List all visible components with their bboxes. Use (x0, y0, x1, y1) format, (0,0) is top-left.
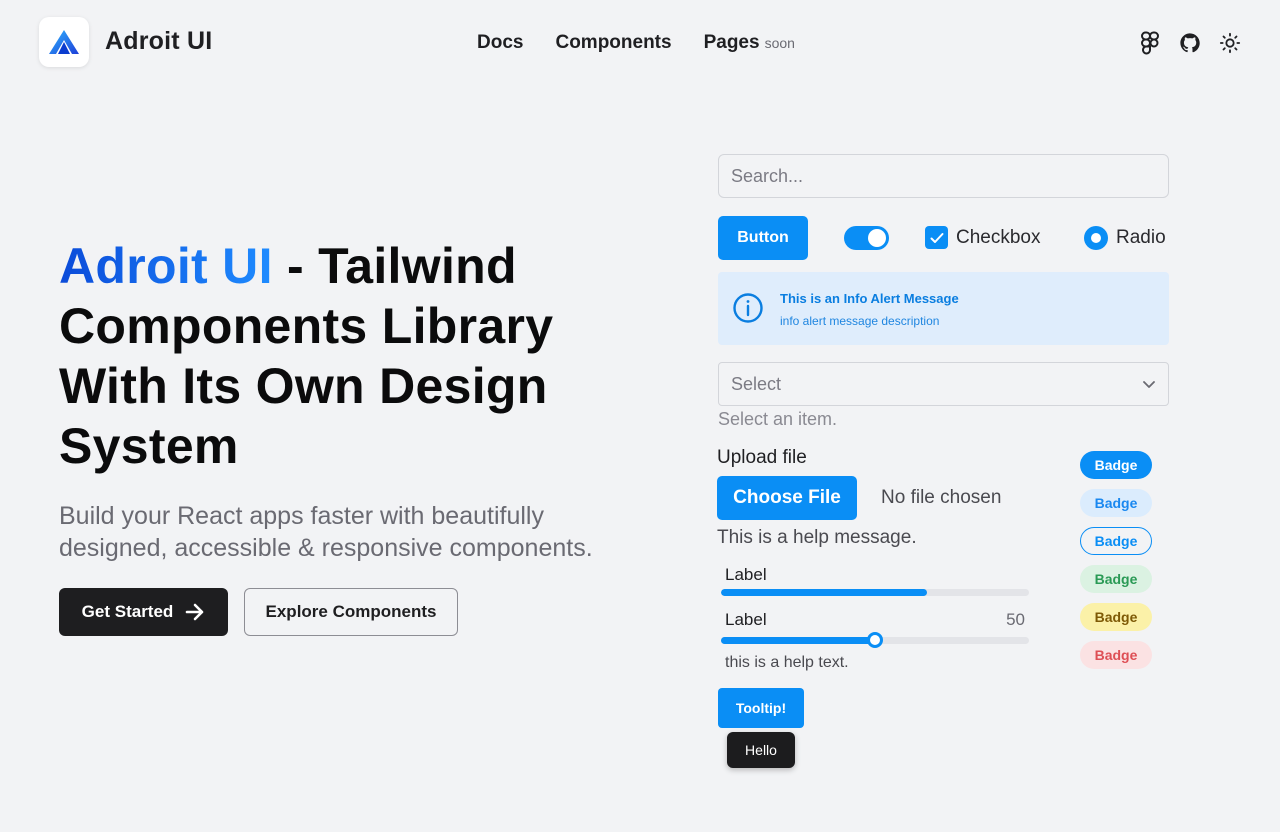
alert-description: info alert message description (780, 314, 940, 328)
select-dropdown[interactable]: Select (718, 362, 1169, 406)
checkbox-box (925, 226, 948, 249)
badge-warning: Badge (1080, 603, 1152, 631)
hero-title: Adroit UI - Tailwind Components Library … (59, 236, 659, 476)
tooltip-popup: Hello (727, 732, 795, 768)
demo-button[interactable]: Button (718, 216, 808, 260)
logo-icon (49, 30, 79, 54)
badge-outline: Badge (1080, 527, 1152, 555)
badge-soft: Badge (1080, 489, 1152, 517)
select-help: Select an item. (718, 409, 838, 429)
nav-components[interactable]: Components (555, 32, 671, 54)
soon-tag: soon (764, 35, 795, 51)
sun-icon[interactable] (1218, 31, 1242, 55)
file-status: No file chosen (881, 487, 1002, 508)
brand-name[interactable]: Adroit UI (105, 27, 212, 56)
badge-solid: Badge (1080, 451, 1152, 479)
badge-list: Badge Badge Badge Badge Badge Badge (1080, 451, 1152, 669)
badge-success: Badge (1080, 565, 1152, 593)
chevron-down-icon (1143, 380, 1155, 388)
hero-subtitle: Build your React apps faster with beauti… (59, 502, 593, 562)
checkbox[interactable]: Checkbox (925, 226, 1041, 249)
check-icon (930, 232, 943, 243)
logo[interactable] (39, 17, 89, 67)
hero-title-highlight: Adroit UI (59, 238, 273, 294)
header-actions (1138, 31, 1242, 55)
radio-label: Radio (1116, 227, 1166, 248)
slider-fill (721, 637, 875, 644)
select-value: Select (731, 373, 782, 394)
get-started-button[interactable]: Get Started (59, 588, 228, 636)
slider-value: 50 (1006, 610, 1025, 629)
search-input[interactable] (718, 154, 1169, 198)
get-started-label: Get Started (81, 602, 174, 621)
slider-thumb[interactable] (867, 632, 883, 648)
radio[interactable]: Radio (1084, 226, 1166, 250)
tooltip-button[interactable]: Tooltip! (718, 688, 804, 728)
upload-label: Upload file (717, 447, 807, 468)
nav-docs[interactable]: Docs (477, 32, 523, 54)
progress-fill (721, 589, 928, 596)
figma-icon[interactable] (1138, 31, 1162, 55)
nav-pages-label: Pages (703, 32, 760, 53)
nav-pages[interactable]: Pages soon (704, 32, 795, 54)
toggle-switch[interactable] (844, 226, 889, 250)
toggle-knob (868, 229, 886, 247)
explore-components-button[interactable]: Explore Components (244, 588, 458, 636)
info-icon (733, 293, 763, 323)
upload-help: This is a help message. (717, 527, 917, 548)
choose-file-button[interactable]: Choose File (717, 476, 857, 520)
main-nav: Docs Components Pages soon (477, 32, 795, 54)
radio-dot (1084, 226, 1108, 250)
slider[interactable] (721, 632, 1029, 648)
arrow-right-icon (186, 603, 204, 621)
info-alert: This is an Info Alert Message info alert… (718, 272, 1169, 345)
badge-error: Badge (1080, 641, 1152, 669)
checkbox-label: Checkbox (956, 226, 1041, 248)
progress-label: Label (725, 565, 767, 584)
slider-label: Label (725, 610, 767, 629)
github-icon[interactable] (1178, 31, 1202, 55)
progress-bar (721, 589, 1029, 596)
slider-help: this is a help text. (725, 654, 849, 671)
alert-title: This is an Info Alert Message (780, 291, 959, 306)
